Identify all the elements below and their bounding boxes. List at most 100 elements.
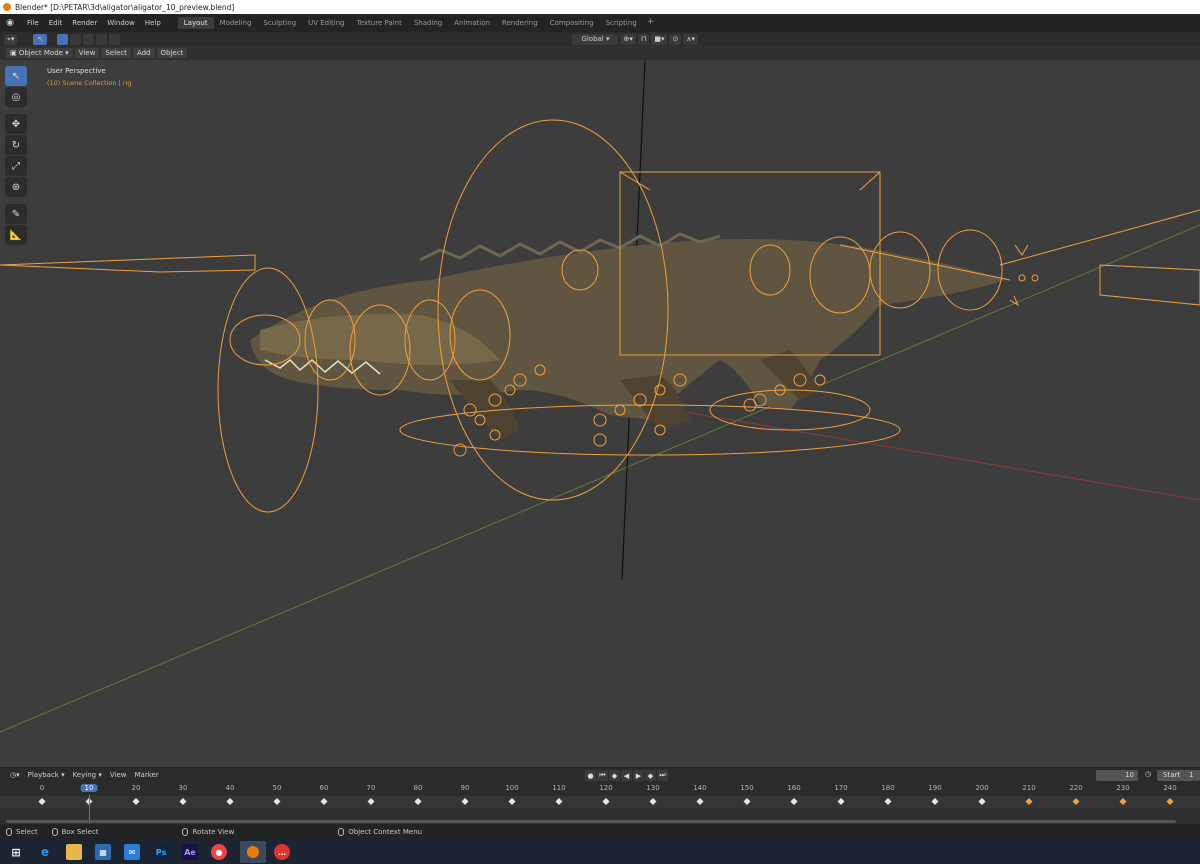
menu-marker[interactable]: Marker [131,771,163,779]
menu-edit[interactable]: Edit [44,19,68,27]
keyframe-diamond[interactable] [696,797,704,806]
transform-orientation-dropdown[interactable]: Global ▾ [572,33,619,45]
keyframe-diamond[interactable] [179,797,187,806]
menu-view[interactable]: View [74,48,100,58]
keyframe-diamond[interactable] [38,797,46,806]
scale-tool-icon[interactable]: ⤢ [5,156,27,176]
annotate-tool-icon[interactable]: ✎ [5,204,27,224]
blender-taskbar-icon[interactable] [240,841,266,863]
chrome-icon[interactable]: ● [211,844,227,860]
menu-playback[interactable]: Playback ▾ [24,771,69,779]
keyframe-diamond[interactable] [1025,797,1033,806]
store-icon[interactable]: ▦ [95,844,111,860]
tab-shading[interactable]: Shading [408,17,448,29]
tab-layout[interactable]: Layout [177,17,214,29]
keyframe-diamond[interactable] [649,797,657,806]
tab-compositing[interactable]: Compositing [544,17,600,29]
keyframe-diamond[interactable] [790,797,798,806]
keyframe-diamond[interactable] [508,797,516,806]
snap-target-icon[interactable]: ■▾ [651,33,668,45]
select-tool-icon[interactable]: ↖ [33,33,48,45]
play-icon[interactable]: ▶ [633,770,644,781]
keyframe-diamond[interactable] [367,797,375,806]
keyframe-diamond[interactable] [837,797,845,806]
windows-start-icon[interactable]: ⊞ [8,844,24,860]
after-effects-icon[interactable]: Ae [182,844,198,860]
timeline-ruler[interactable]: 0 10 20 30 40 50 60 70 80 90 100 110 120 130 140 150 160… [0,782,1200,795]
tab-uv-editing[interactable]: UV Editing [302,17,351,29]
tab-rendering[interactable]: Rendering [496,17,544,29]
jump-end-icon[interactable]: ⏭ [657,770,668,781]
timeline-scrollbar[interactable] [6,820,1176,823]
tab-modeling[interactable]: Modeling [214,17,258,29]
keyframe-diamond[interactable] [320,797,328,806]
keyframe-diamond[interactable] [132,797,140,806]
transform-tool-icon[interactable]: ⊛ [5,177,27,197]
keyframe-diamond[interactable] [743,797,751,806]
current-frame-field[interactable]: 10 [1096,770,1138,781]
menu-keying[interactable]: Keying ▾ [69,771,106,779]
menu-add[interactable]: Add [132,48,155,58]
menu-select[interactable]: Select [101,48,131,58]
edge-icon[interactable]: e [37,844,53,860]
ruler-label: 50 [272,784,282,792]
prev-keyframe-icon[interactable]: ◆ [609,770,620,781]
tab-texture-paint[interactable]: Texture Paint [351,17,408,29]
add-workspace-button[interactable]: + [643,17,659,29]
timeline-area[interactable]: 0 10 20 30 40 50 60 70 80 90 100 110 120 130 140 150 160… [0,782,1200,824]
orientation-label: Global [581,35,604,43]
keyframe-diamond[interactable] [273,797,281,806]
blender-menu-icon[interactable]: ◉ [4,17,16,29]
3d-viewport[interactable]: User Perspective (10) Scene Collection |… [0,60,1200,767]
keyframe-diamond[interactable] [226,797,234,806]
keyframe-diamond[interactable] [414,797,422,806]
file-explorer-icon[interactable] [66,844,82,860]
keyframe-diamond[interactable] [1072,797,1080,806]
keyframe-diamond[interactable] [555,797,563,806]
tab-sculpting[interactable]: Sculpting [257,17,302,29]
select-mode-extend-icon[interactable] [70,33,82,45]
snap-icon[interactable]: ⊓ [637,33,650,45]
keyframe-diamond[interactable] [602,797,610,806]
menu-timeline-view[interactable]: View [106,771,131,779]
keyframe-diamond[interactable] [931,797,939,806]
select-mode-invert-icon[interactable] [96,33,108,45]
select-mode-new-icon[interactable] [57,33,69,45]
menu-window[interactable]: Window [102,19,140,27]
select-box-tool-icon[interactable]: ↖ [5,66,27,86]
keyframe-summary-row[interactable] [0,796,1200,808]
menu-render[interactable]: Render [67,19,102,27]
measure-tool-icon[interactable]: 📐 [5,225,27,245]
menu-help[interactable]: Help [140,19,166,27]
keyframe-diamond[interactable] [884,797,892,806]
record-icon[interactable]: ● [585,770,596,781]
play-reverse-icon[interactable]: ◀ [621,770,632,781]
tab-scripting[interactable]: Scripting [600,17,643,29]
proportional-edit-icon[interactable]: ⊙ [669,33,682,45]
keyframe-diamond[interactable] [1166,797,1174,806]
messaging-icon[interactable]: … [274,844,290,860]
start-frame-field[interactable]: Start 1 [1157,770,1200,781]
tab-animation[interactable]: Animation [448,17,496,29]
photoshop-icon[interactable]: Ps [153,844,169,860]
falloff-icon[interactable]: ∧▾ [683,33,698,45]
ruler-label: 0 [39,784,45,792]
next-keyframe-icon[interactable]: ◆ [645,770,656,781]
menu-file[interactable]: File [22,19,44,27]
move-tool-icon[interactable]: ✥ [5,114,27,134]
rotate-tool-icon[interactable]: ↻ [5,135,27,155]
timeline-editor-icon[interactable]: ◷▾ [6,771,24,779]
keyframe-diamond[interactable] [978,797,986,806]
select-mode-subtract-icon[interactable] [83,33,95,45]
keyframe-diamond[interactable] [461,797,469,806]
cursor-tool-icon[interactable]: ◎ [5,87,27,107]
select-mode-intersect-icon[interactable] [109,33,121,45]
keyframe-diamond[interactable] [1119,797,1127,806]
jump-start-icon[interactable]: ⏮ [597,770,608,781]
menu-object[interactable]: Object [156,48,188,58]
editor-type-icon[interactable]: ⌖▾ [4,33,18,45]
ruler-label: 130 [646,784,660,792]
pivot-point-icon[interactable]: ⊕▾ [620,33,636,45]
object-mode-dropdown[interactable]: ▣ Object Mode ▾ [6,48,73,58]
mail-icon[interactable]: ✉ [124,844,140,860]
